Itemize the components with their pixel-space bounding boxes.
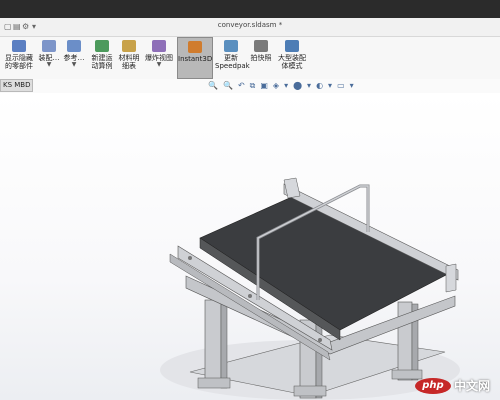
speedpak-icon: [224, 40, 238, 52]
view-orientation-icon[interactable]: ▣: [260, 81, 268, 91]
reference-geometry-icon: [67, 40, 81, 52]
chevron-down-icon[interactable]: ▾: [350, 81, 354, 91]
show-hidden-components-button[interactable]: 显示隐藏 的零部件: [2, 37, 36, 79]
chevron-down-icon[interactable]: ▾: [284, 81, 288, 91]
bill-of-materials-button[interactable]: 材料明 细表: [117, 37, 141, 79]
watermark-text: 中文网: [453, 379, 490, 393]
reference-geometry-button[interactable]: 参考… ▼: [63, 37, 85, 79]
php-logo: php: [414, 377, 451, 394]
chevron-down-icon[interactable]: ▼: [72, 62, 77, 68]
hide-show-items-icon[interactable]: ⬤: [293, 81, 302, 91]
tab-mbd[interactable]: KS MBD: [0, 79, 33, 92]
zoom-to-fit-icon[interactable]: 🔍: [208, 81, 218, 91]
display-style-icon[interactable]: ◈: [273, 81, 279, 91]
assembly-features-button[interactable]: 装配… ▼: [38, 37, 60, 79]
assembly-features-icon: [42, 40, 56, 52]
edit-appearance-icon[interactable]: ◐: [316, 81, 323, 91]
exploded-view-icon: [152, 40, 166, 52]
chevron-down-icon[interactable]: ▾: [328, 81, 332, 91]
new-motion-study-icon: [95, 40, 109, 52]
zoom-to-area-icon[interactable]: 🔍: [223, 81, 233, 91]
command-manager-ribbon: 显示隐藏 的零部件 装配… ▼ 参考… ▼ 新建运 动算例 材料明 细表 爆炸视…: [0, 37, 500, 80]
section-view-icon[interactable]: ⧉: [250, 81, 256, 91]
instant3d-button[interactable]: Instant3D: [177, 37, 213, 79]
large-assembly-icon: [285, 40, 299, 52]
bill-of-materials-icon: [122, 40, 136, 52]
chevron-down-icon[interactable]: ▾: [307, 81, 311, 91]
window-title: conveyor.sldasm *: [217, 21, 283, 29]
conveyor-model[interactable]: [0, 93, 500, 400]
previous-view-icon[interactable]: ↶: [238, 81, 245, 91]
heads-up-view-toolbar: 🔍 🔍 ↶ ⧉ ▣ ◈ ▾ ⬤ ▾ ◐ ▾ ▭ ▾: [208, 80, 354, 92]
view-settings-icon[interactable]: ▭: [337, 81, 345, 91]
large-assembly-mode-button[interactable]: 大型装配 体模式: [275, 37, 309, 79]
snapshot-icon: [254, 40, 268, 52]
title-bar: ▢ ▤ ⚙ ▾ conveyor.sldasm *: [0, 18, 500, 37]
take-snapshot-button[interactable]: 拍快照: [249, 37, 273, 79]
exploded-view-button[interactable]: 爆炸视图 ▼: [143, 37, 175, 79]
graphics-viewport[interactable]: [0, 93, 500, 400]
update-speedpak-button[interactable]: 更新 Speedpak: [215, 37, 250, 79]
watermark: php 中文网: [414, 377, 490, 394]
new-motion-study-button[interactable]: 新建运 动算例: [89, 37, 115, 79]
chevron-down-icon[interactable]: ▼: [47, 62, 52, 68]
top-app-bar: [0, 0, 500, 18]
instant3d-icon: [188, 41, 202, 53]
chevron-down-icon[interactable]: ▼: [157, 62, 162, 68]
show-hide-components-icon: [12, 40, 26, 52]
